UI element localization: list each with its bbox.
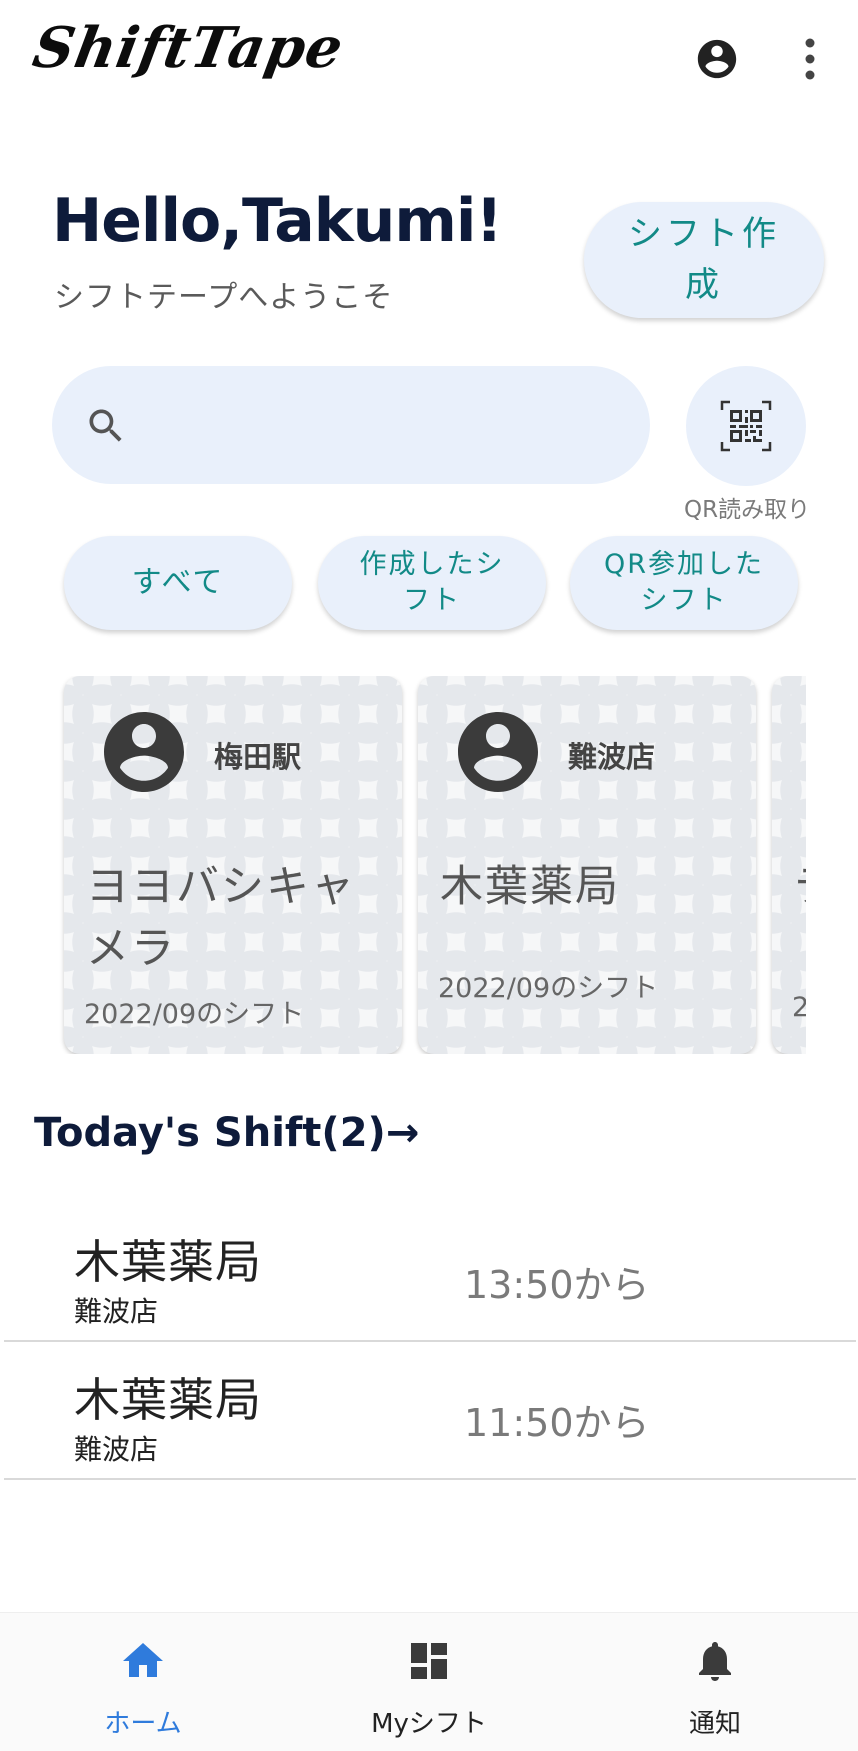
card-branch: 難波店 [568,740,656,774]
qr-scan-label: QR読み取り [684,497,811,523]
row-start-time: 11:50から [464,1401,650,1445]
qr-code-scanner-icon [720,400,772,452]
account-circle-icon [804,704,806,800]
row-branch: 難波店 [74,1295,159,1328]
card-branch: 梅田駅 [214,740,302,774]
card-store-name: 木葉薬局 [440,862,620,912]
dashboard-icon [411,1643,447,1679]
row-store-name: 木葉薬局 [74,1235,262,1289]
shift-card[interactable]: テ 2 [772,676,806,1054]
row-branch: 難波店 [74,1433,159,1466]
shift-card[interactable]: 難波店 木葉薬局 2022/09のシフト [418,676,756,1054]
account-circle-icon [458,712,538,792]
filter-all-button[interactable]: すべて [64,536,292,630]
create-shift-button[interactable]: シフト作成 [584,202,824,318]
card-period: 2 [792,992,806,1023]
nav-my-shift-label: Myシフト [371,1709,487,1739]
card-store-name: テ [794,856,806,918]
welcome-subtitle: シフトテープへようこそ [54,280,394,315]
greeting-heading: Hello,Takumi! [52,186,503,256]
nav-home-label: ホーム [104,1709,182,1739]
qr-scan-button[interactable] [686,366,806,486]
row-start-time: 13:50から [464,1263,650,1307]
account-circle-icon [697,39,737,79]
card-period: 2022/09のシフト [84,999,305,1030]
shift-card-carousel[interactable]: 梅田駅 ヨヨバシキャメラ 2022/09のシフト 難波店 木葉薬局 2022/0… [58,676,806,1054]
search-bar[interactable] [52,366,650,484]
more-options-button[interactable] [800,36,820,82]
todays-shift-link[interactable]: Today's Shift(2)→ [34,1110,419,1156]
home-icon [123,1643,163,1677]
row-store-name: 木葉薬局 [74,1373,262,1427]
account-button[interactable] [694,36,740,82]
bell-icon [699,1642,731,1681]
top-app-bar: ShiftTape [0,0,858,120]
bottom-navigation: ホーム Myシフト 通知 [0,1612,858,1751]
list-item[interactable]: 木葉薬局 難波店 13:50から [4,1204,856,1342]
card-period: 2022/09のシフト [438,973,659,1004]
app-logo: ShiftTape [28,15,349,81]
card-store-name: ヨヨバシキャメラ [86,862,356,975]
filter-created-shifts-button[interactable]: 作成したシフト [318,536,546,630]
search-input[interactable] [144,396,628,456]
account-circle-icon [104,712,184,792]
nav-home[interactable]: ホーム [0,1613,286,1751]
nav-my-shift[interactable]: Myシフト [286,1613,572,1751]
shift-card[interactable]: 梅田駅 ヨヨバシキャメラ 2022/09のシフト [64,676,402,1054]
more-vert-icon [805,38,815,80]
nav-notifications[interactable]: 通知 [572,1613,858,1751]
todays-shift-list: 木葉薬局 難波店 13:50から 木葉薬局 難波店 11:50から [4,1204,856,1480]
search-icon [89,409,122,442]
filter-qr-joined-shifts-button[interactable]: QR参加したシフト [570,536,798,630]
list-item[interactable]: 木葉薬局 難波店 11:50から [4,1342,856,1480]
nav-notifications-label: 通知 [688,1709,741,1739]
